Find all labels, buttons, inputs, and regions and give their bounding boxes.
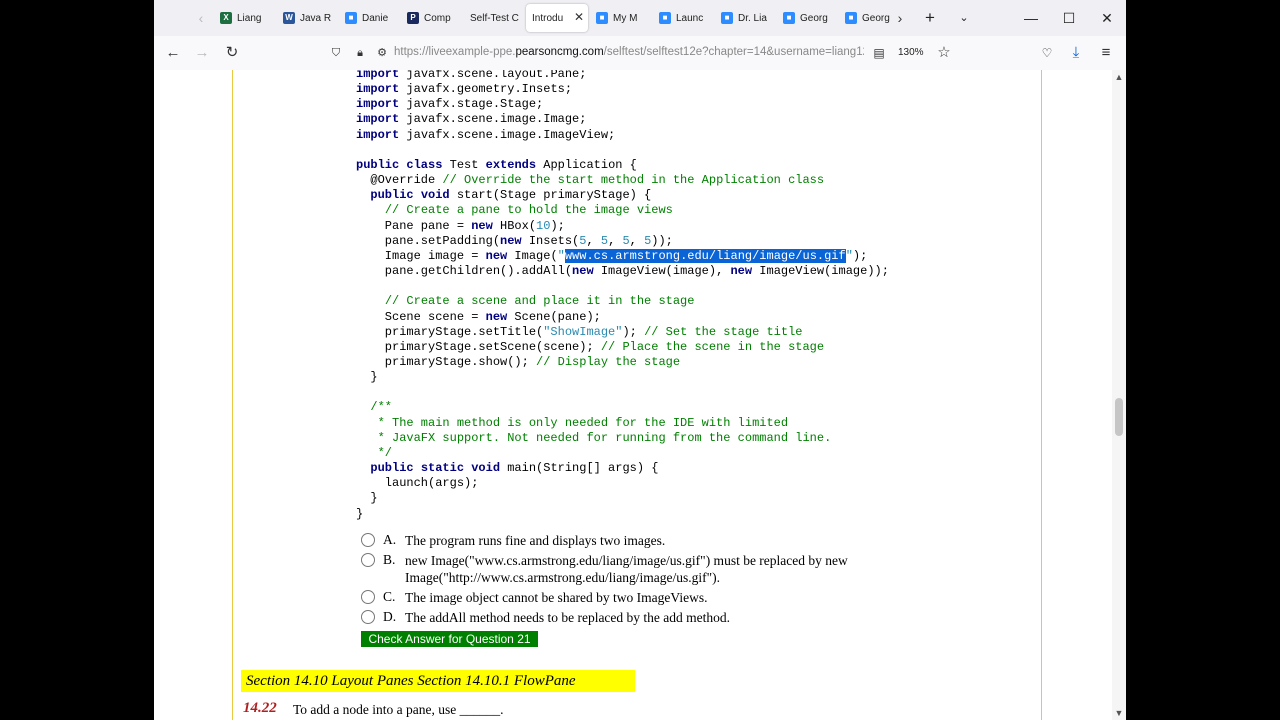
tab-scroll-left-icon[interactable]: ‹ — [192, 9, 210, 27]
address-bar[interactable]: https://liveexample-ppe.pearsoncmg.com/s… — [394, 46, 864, 58]
question-panel: import javafx.scene.layout.Pane; import … — [232, 70, 1042, 720]
pocket-icon[interactable]: ♡ — [1037, 44, 1057, 62]
check-answer-button[interactable]: Check Answer for Question 21 — [361, 631, 538, 647]
navigation-bar: ← → ↻ ⛉ 🔒︎ ⚙ https://liveexample-ppe.pea… — [154, 36, 1126, 71]
radio-button-c[interactable] — [361, 590, 375, 604]
radio-button-b[interactable] — [361, 553, 375, 567]
tab-label: Georg — [800, 12, 828, 24]
tab-label: Comp — [424, 12, 451, 24]
title-string: "ShowImage" — [543, 324, 623, 339]
tab-label: Introdu — [532, 12, 564, 24]
scrollbar-thumb[interactable] — [1115, 398, 1123, 436]
section-heading: Section 14.10 Layout Panes Section 14.10… — [241, 670, 635, 692]
scroll-down-icon[interactable]: ▼ — [1114, 708, 1124, 718]
page-content: import javafx.scene.layout.Pane; import … — [154, 70, 1112, 720]
radio-button-d[interactable] — [361, 610, 375, 624]
tab-item[interactable]: ■ Dr. Lia — [721, 4, 783, 32]
zoom-icon: ■ — [845, 12, 857, 24]
zoom-icon: ■ — [783, 12, 795, 24]
list-tabs-icon[interactable]: ⌄ — [953, 8, 975, 28]
option-letter: B. — [383, 552, 396, 567]
option-letter: C. — [383, 589, 396, 604]
bookmark-star-icon[interactable]: ☆ — [934, 44, 954, 62]
zoom-icon: ■ — [596, 12, 608, 24]
tab-label: Java R — [300, 12, 332, 24]
browser-window: ‹ X Liang W Java R ■ Danie P Comp Self-T… — [154, 0, 1126, 720]
tab-label: My M — [613, 12, 638, 24]
option-text: new Image("www.cs.armstrong.edu/liang/im… — [405, 553, 848, 585]
tab-item[interactable]: P Comp — [407, 4, 469, 32]
code-line: javafx.scene.image.Image; — [406, 112, 587, 127]
tab-label: Georg — [862, 12, 890, 24]
url-domain: pearsoncmg.com — [515, 46, 604, 58]
question-number: 14.22 — [243, 700, 277, 716]
reload-icon[interactable]: ↻ — [222, 44, 242, 62]
tab-label: Dr. Lia — [738, 12, 767, 24]
code-line: javafx.stage.Stage; — [406, 97, 544, 112]
minimize-icon[interactable]: — — [1020, 8, 1042, 28]
pearson-icon: P — [407, 12, 419, 24]
code-line: javafx.geometry.Insets; — [406, 82, 573, 97]
tab-item[interactable]: X Liang — [220, 4, 282, 32]
radio-button-a[interactable] — [361, 533, 375, 547]
tab-item[interactable]: ■ Launc — [659, 4, 721, 32]
scrollbar[interactable]: ▲ ▼ — [1112, 70, 1126, 720]
tab-bar: ‹ X Liang W Java R ■ Danie P Comp Self-T… — [154, 0, 1126, 36]
tab-scroll-right-icon[interactable]: › — [891, 9, 909, 27]
url-path: /selftest/selftest12e?chapter=14&usernam… — [603, 46, 864, 58]
tab-label: Liang — [237, 12, 262, 24]
close-tab-icon[interactable]: ✕ — [574, 10, 584, 24]
option-text: The program runs fine and displays two i… — [405, 533, 666, 548]
url-prefix: https://liveexample-ppe. — [394, 46, 516, 58]
menu-icon[interactable]: ≡ — [1096, 44, 1116, 62]
code-line: javafx.scene.image.ImageView; — [406, 127, 616, 142]
tab-label: Launc — [676, 12, 704, 24]
new-tab-icon[interactable]: + — [919, 8, 941, 28]
excel-icon: X — [220, 12, 232, 24]
highlighted-url[interactable]: www.cs.armstrong.edu/liang/image/us.gif — [564, 248, 846, 263]
option-text: The addAll method needs to be replaced b… — [405, 610, 731, 625]
tab-item[interactable]: W Java R — [283, 4, 345, 32]
tab-item[interactable]: ■ Danie — [345, 4, 407, 32]
option-letter: A. — [383, 532, 397, 547]
question-text: To add a node into a pane, use ______. — [293, 702, 504, 717]
zoom-icon: ■ — [659, 12, 671, 24]
code-listing: import javafx.scene.layout.Pane; import … — [356, 70, 889, 522]
download-icon[interactable]: ⤓ — [1066, 44, 1086, 62]
shield-icon[interactable]: ⛉ — [326, 44, 346, 62]
forward-icon[interactable]: → — [192, 44, 212, 62]
option-text: The image object cannot be shared by two… — [405, 590, 708, 605]
maximize-icon[interactable]: ☐ — [1058, 8, 1080, 28]
zoom-icon: ■ — [721, 12, 733, 24]
option-letter: D. — [383, 609, 397, 624]
tab-label: Danie — [362, 12, 389, 24]
tab-item[interactable]: Self-Test C — [470, 4, 532, 32]
reader-view-icon[interactable]: ▤ — [869, 44, 889, 62]
scroll-up-icon[interactable]: ▲ — [1114, 72, 1124, 82]
word-icon: W — [283, 12, 295, 24]
tab-label: Self-Test C — [470, 12, 519, 24]
tab-item[interactable]: ■ Georg — [783, 4, 845, 32]
tab-item-active[interactable]: Introdu ✕ — [526, 4, 588, 32]
code-line: javafx.scene.layout.Pane; — [406, 70, 587, 81]
permissions-icon[interactable]: ⚙ — [372, 44, 392, 62]
zoom-level[interactable]: 130% — [898, 47, 924, 58]
tab-item[interactable]: ■ My M — [596, 4, 658, 32]
zoom-icon: ■ — [345, 12, 357, 24]
lock-icon[interactable]: 🔒︎ — [350, 44, 370, 62]
close-window-icon[interactable]: ✕ — [1096, 8, 1118, 28]
back-icon[interactable]: ← — [163, 44, 183, 62]
